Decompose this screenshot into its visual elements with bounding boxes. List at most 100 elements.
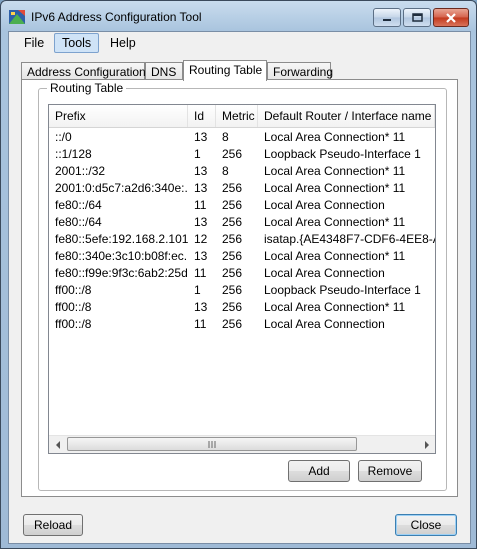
routing-table-list[interactable]: Prefix Id Metric Default Router / Interf… bbox=[48, 104, 436, 454]
table-row[interactable]: fe80::5efe:192.168.2.101... 12 256 isatap.{… bbox=[49, 231, 435, 248]
scroll-left-button[interactable] bbox=[49, 436, 66, 453]
cell-interface: Local Area Connection* 11 bbox=[264, 215, 406, 229]
minimize-icon bbox=[383, 18, 391, 21]
horizontal-scrollbar[interactable] bbox=[49, 435, 435, 453]
grip-icon bbox=[208, 440, 215, 448]
table-row[interactable]: ff00::/8 11 256 Local Area Connection bbox=[49, 316, 435, 333]
network-globe-icon bbox=[9, 10, 25, 24]
arrow-right-icon bbox=[424, 440, 429, 449]
cell-id: 13 bbox=[194, 164, 208, 178]
cell-prefix: fe80::/64 bbox=[55, 215, 102, 229]
cell-metric: 8 bbox=[222, 164, 229, 178]
cell-prefix: fe80::f99e:9f3c:6ab2:25d... bbox=[55, 266, 188, 280]
cell-prefix: ff00::/8 bbox=[55, 317, 92, 331]
cell-interface: Local Area Connection* 11 bbox=[264, 181, 406, 195]
cell-id: 11 bbox=[194, 266, 207, 280]
column-header-prefix[interactable]: Prefix bbox=[49, 105, 188, 127]
table-row[interactable]: fe80::f99e:9f3c:6ab2:25d... 11 256 Local Ar… bbox=[49, 265, 435, 282]
cell-prefix: 2001::/32 bbox=[55, 164, 106, 178]
app-window: IPv6 Address Configuration Tool File Too… bbox=[0, 0, 477, 549]
client-area: File Tools Help Address Configuration DN… bbox=[8, 31, 471, 544]
menu-help[interactable]: Help bbox=[103, 34, 143, 52]
cell-id: 13 bbox=[194, 215, 208, 229]
cell-metric: 256 bbox=[222, 283, 243, 297]
menu-file[interactable]: File bbox=[17, 34, 51, 52]
cell-interface: Local Area Connection* 11 bbox=[264, 164, 406, 178]
cell-metric: 256 bbox=[222, 181, 243, 195]
tab-dns[interactable]: DNS bbox=[145, 62, 183, 80]
column-header-interface[interactable]: Default Router / Interface name bbox=[258, 105, 435, 127]
cell-metric: 256 bbox=[222, 266, 243, 280]
column-header-id[interactable]: Id bbox=[188, 105, 216, 127]
cell-interface: Loopback Pseudo-Interface 1 bbox=[264, 283, 421, 297]
cell-interface: Local Area Connection bbox=[264, 317, 385, 331]
cell-prefix: fe80::/64 bbox=[55, 198, 102, 212]
close-window-button[interactable] bbox=[433, 8, 469, 27]
menu-tools[interactable]: Tools bbox=[54, 33, 100, 53]
close-icon bbox=[446, 12, 456, 23]
table-row[interactable]: 2001:0:d5c7:a2d6:340e:... 13 256 Local Area… bbox=[49, 180, 435, 197]
cell-id: 11 bbox=[194, 317, 207, 331]
cell-interface: Local Area Connection* 11 bbox=[264, 300, 406, 314]
cell-id: 1 bbox=[194, 283, 201, 297]
close-button[interactable]: Close bbox=[395, 514, 457, 536]
table-row[interactable]: 2001::/32 13 8 Local Area Connection* 11 bbox=[49, 163, 435, 180]
cell-metric: 256 bbox=[222, 147, 243, 161]
arrow-left-icon bbox=[55, 440, 60, 449]
routing-table-panel: Routing Table Prefix Id Metric Default R… bbox=[21, 79, 458, 497]
cell-metric: 256 bbox=[222, 232, 243, 246]
cell-metric: 256 bbox=[222, 317, 243, 331]
table-row[interactable]: fe80::340e:3c10:b08f:ec... 13 256 Local Are… bbox=[49, 248, 435, 265]
cell-interface: Local Area Connection* 11 bbox=[264, 249, 406, 263]
cell-prefix: ff00::/8 bbox=[55, 283, 92, 297]
cell-metric: 256 bbox=[222, 249, 243, 263]
cell-id: 1 bbox=[194, 147, 201, 161]
title-bar[interactable]: IPv6 Address Configuration Tool bbox=[1, 1, 476, 31]
cell-interface: isatap.{AE4348F7-CDF6-4EE8-AC6 bbox=[264, 232, 435, 246]
cell-prefix: 2001:0:d5c7:a2d6:340e:... bbox=[55, 181, 188, 195]
list-body: ::/0 13 8 Local Area Connection* 11::1/128 1… bbox=[49, 129, 435, 333]
cell-interface: Local Area Connection bbox=[264, 266, 385, 280]
tab-address-configuration[interactable]: Address Configuration bbox=[21, 62, 146, 80]
cell-prefix: fe80::5efe:192.168.2.101... bbox=[55, 232, 188, 246]
cell-id: 13 bbox=[194, 130, 208, 144]
cell-metric: 256 bbox=[222, 198, 243, 212]
table-row[interactable]: ff00::/8 13 256 Local Area Connection* 11 bbox=[49, 299, 435, 316]
table-row[interactable]: fe80::/64 13 256 Local Area Connection* 11 bbox=[49, 214, 435, 231]
remove-button[interactable]: Remove bbox=[358, 460, 422, 482]
table-row[interactable]: fe80::/64 11 256 Local Area Connection bbox=[49, 197, 435, 214]
column-header-metric[interactable]: Metric bbox=[216, 105, 258, 127]
cell-metric: 256 bbox=[222, 300, 243, 314]
tab-forwarding[interactable]: Forwarding bbox=[267, 62, 333, 80]
table-row[interactable]: ff00::/8 1 256 Loopback Pseudo-Interface 1 bbox=[49, 282, 435, 299]
cell-metric: 8 bbox=[222, 130, 229, 144]
cell-interface: Local Area Connection bbox=[264, 198, 385, 212]
cell-id: 13 bbox=[194, 249, 208, 263]
group-label: Routing Table bbox=[47, 81, 127, 95]
cell-interface: Local Area Connection* 11 bbox=[264, 130, 406, 144]
cell-metric: 256 bbox=[222, 215, 243, 229]
cell-id: 13 bbox=[194, 181, 208, 195]
minimize-button[interactable] bbox=[373, 8, 401, 27]
menu-bar: File Tools Help bbox=[9, 32, 470, 54]
window-title: IPv6 Address Configuration Tool bbox=[31, 10, 202, 24]
tab-routing-table[interactable]: Routing Table bbox=[183, 60, 267, 81]
cell-prefix: ff00::/8 bbox=[55, 300, 92, 314]
cell-prefix: ::/0 bbox=[55, 130, 72, 144]
add-button[interactable]: Add bbox=[288, 460, 350, 482]
cell-interface: Loopback Pseudo-Interface 1 bbox=[264, 147, 421, 161]
cell-prefix: ::1/128 bbox=[55, 147, 92, 161]
maximize-button[interactable] bbox=[403, 8, 431, 27]
cell-prefix: fe80::340e:3c10:b08f:ec... bbox=[55, 249, 188, 263]
maximize-icon bbox=[411, 13, 423, 22]
cell-id: 11 bbox=[194, 198, 207, 212]
cell-id: 12 bbox=[194, 232, 208, 246]
table-row[interactable]: ::/0 13 8 Local Area Connection* 11 bbox=[49, 129, 435, 146]
cell-id: 13 bbox=[194, 300, 208, 314]
scrollbar-thumb[interactable] bbox=[67, 437, 357, 451]
scroll-right-button[interactable] bbox=[418, 436, 435, 453]
routing-table-group: Routing Table Prefix Id Metric Default R… bbox=[38, 81, 447, 491]
reload-button[interactable]: Reload bbox=[23, 514, 83, 536]
table-row[interactable]: ::1/128 1 256 Loopback Pseudo-Interface 1 bbox=[49, 146, 435, 163]
list-header: Prefix Id Metric Default Router / Interf… bbox=[49, 105, 435, 128]
